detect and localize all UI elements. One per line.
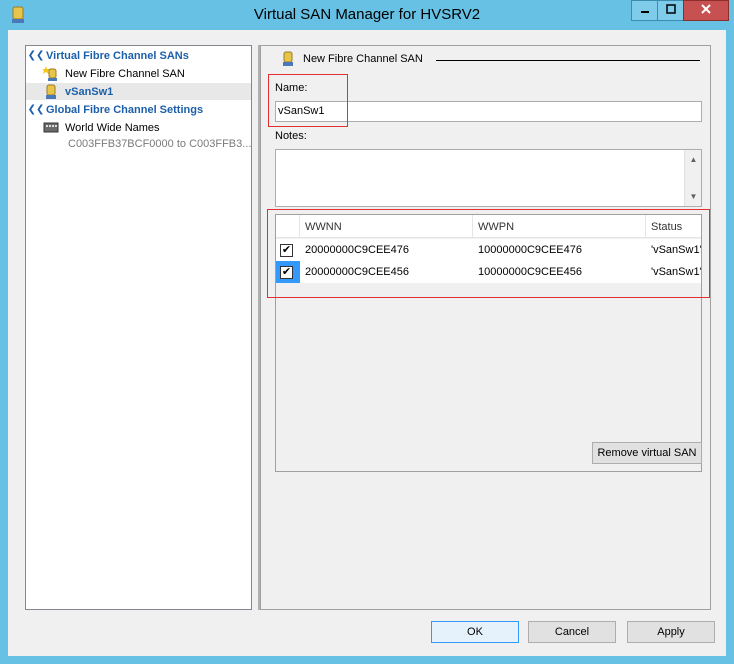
tree-item-label: vSanSw1 bbox=[65, 85, 114, 98]
window: Virtual SAN Manager for HVSRV2 ❮❮ Virtua… bbox=[0, 0, 734, 664]
ok-button[interactable]: OK bbox=[431, 621, 519, 643]
details-pane: New Fibre Channel SAN Name: vSanSw1 Note… bbox=[260, 45, 711, 610]
tree-section-virtual-sans[interactable]: ❮❮ Virtual Fibre Channel SANs bbox=[26, 47, 251, 64]
tree-item-label: World Wide Names bbox=[65, 121, 160, 134]
details-section-header: New Fibre Channel SAN bbox=[281, 51, 423, 67]
san-icon bbox=[43, 84, 59, 100]
collapse-chevron-icon: ❮❮ bbox=[27, 50, 45, 61]
tree-item-new-san[interactable]: New Fibre Channel SAN bbox=[26, 65, 251, 82]
new-san-icon bbox=[42, 65, 59, 82]
dialog-client-area: ❮❮ Virtual Fibre Channel SANs New Fibre … bbox=[8, 30, 726, 656]
tree-item-vsansw1[interactable]: vSanSw1 bbox=[26, 83, 251, 100]
details-section-title: New Fibre Channel SAN bbox=[303, 53, 423, 65]
apply-button[interactable]: Apply bbox=[627, 621, 715, 643]
notes-label: Notes: bbox=[275, 130, 307, 142]
maximize-button[interactable] bbox=[657, 0, 684, 21]
collapse-chevron-icon: ❮❮ bbox=[27, 104, 45, 115]
tree-section-label: Global Fibre Channel Settings bbox=[46, 103, 204, 116]
navigation-tree[interactable]: ❮❮ Virtual Fibre Channel SANs New Fibre … bbox=[25, 45, 252, 610]
close-button[interactable] bbox=[683, 0, 729, 21]
highlight-box-name bbox=[268, 74, 348, 127]
section-divider bbox=[436, 60, 700, 61]
scroll-up-icon[interactable]: ▲ bbox=[685, 151, 702, 168]
highlight-box-grid bbox=[267, 209, 710, 298]
cancel-button[interactable]: Cancel bbox=[528, 621, 616, 643]
notes-textarea[interactable]: ▲ ▼ bbox=[275, 149, 702, 207]
wwn-range-text: C003FFB37BCF0000 to C003FFB3... bbox=[68, 138, 252, 150]
tree-item-world-wide-names[interactable]: World Wide Names bbox=[26, 119, 251, 136]
san-icon bbox=[281, 51, 295, 67]
remove-virtual-san-button[interactable]: Remove virtual SAN bbox=[592, 442, 702, 464]
close-icon bbox=[701, 4, 711, 17]
window-title: Virtual SAN Manager for HVSRV2 bbox=[253, 6, 481, 23]
tree-item-label: New Fibre Channel SAN bbox=[65, 67, 185, 80]
maximize-icon bbox=[665, 4, 676, 17]
tree-section-global-settings[interactable]: ❮❮ Global Fibre Channel Settings bbox=[26, 101, 251, 118]
minimize-icon bbox=[640, 4, 650, 17]
title-bar[interactable]: Virtual SAN Manager for HVSRV2 bbox=[0, 0, 734, 30]
tree-section-label: Virtual Fibre Channel SANs bbox=[46, 49, 189, 62]
world-wide-names-icon bbox=[43, 120, 59, 136]
scroll-down-icon[interactable]: ▼ bbox=[685, 188, 702, 205]
notes-scrollbar[interactable]: ▲ ▼ bbox=[684, 150, 701, 206]
minimize-button[interactable] bbox=[631, 0, 658, 21]
